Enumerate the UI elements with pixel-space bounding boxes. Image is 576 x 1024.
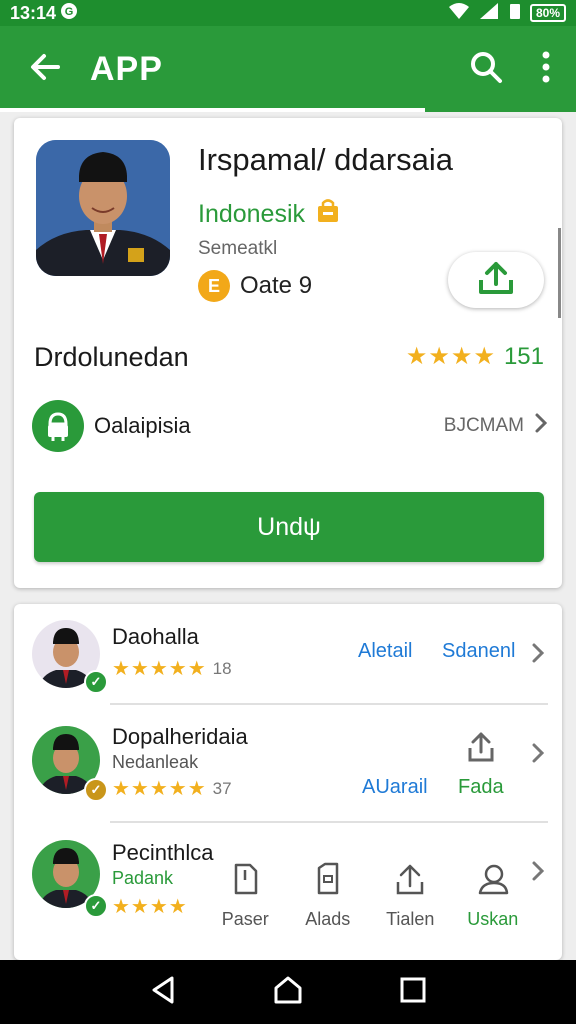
notification-icon: G <box>60 2 78 25</box>
arrow-back-icon <box>28 50 62 89</box>
signal-icon <box>478 2 500 25</box>
list-item-rating: ★★★★★ 18 <box>112 656 232 681</box>
app-date: Oate 9 <box>240 272 313 299</box>
chevron-right-icon[interactable] <box>528 638 548 668</box>
shopping-bag-icon <box>315 198 341 231</box>
chevron-right-icon <box>534 412 548 440</box>
upload-icon[interactable] <box>466 730 496 769</box>
list-item-name: Dopalheridaia <box>112 724 248 749</box>
tab-label: Paser <box>221 909 269 929</box>
nav-back-button[interactable] <box>133 962 193 1022</box>
list-item-subtitle: Padank <box>112 868 174 888</box>
secondary-link[interactable]: Fada <box>458 776 504 799</box>
nav-recents-button[interactable] <box>383 962 443 1022</box>
related-apps-list: ✓ Daohalla ★★★★★ 18 Aletail Sdanenl ✓ Do… <box>14 604 562 960</box>
android-icon <box>32 400 84 452</box>
developer-link[interactable]: Indonesik <box>198 198 341 231</box>
rating-stars: ★★★★ <box>405 343 496 370</box>
tab-label: Alads <box>305 909 351 929</box>
wifi-icon <box>448 2 470 25</box>
more-vert-icon <box>541 51 551 88</box>
developer-name: Indonesik <box>198 200 306 228</box>
square-recents-icon <box>399 976 427 1009</box>
coin-icon: E <box>198 270 230 302</box>
tab-alads[interactable]: Alads <box>287 862 370 952</box>
app-icon <box>36 140 170 276</box>
list-item-stars: ★★★★★ <box>112 778 207 800</box>
svg-text:G: G <box>65 6 74 18</box>
detail-link[interactable]: AUarail <box>362 776 428 799</box>
list-item[interactable]: ✓ Dopalheridaia Nedanleak ★★★★★ 37 AUara… <box>14 704 562 822</box>
list-item-count: 37 <box>212 778 232 798</box>
sim-icon <box>508 2 522 25</box>
list-item-name: Pecinthlca <box>112 840 214 865</box>
tab-tialen[interactable]: Tialen <box>369 862 452 952</box>
list-item-subtitle: Nedanleak <box>112 752 199 772</box>
verified-check-icon: ✓ <box>84 670 108 694</box>
app-date-row: E Oate 9 <box>198 270 312 302</box>
list-item[interactable]: ✓ Daohalla ★★★★★ 18 Aletail Sdanenl <box>14 604 562 704</box>
detail-link[interactable]: Aletail <box>358 640 412 663</box>
system-nav-bar <box>0 960 576 1024</box>
app-category: Semeatkl <box>198 238 278 259</box>
back-button[interactable] <box>0 26 90 112</box>
app-name: Irspamal/ ddarsaia <box>198 142 454 177</box>
home-icon <box>272 974 304 1011</box>
install-button[interactable]: Undψ <box>34 492 544 562</box>
rating: ★★★★ 151 <box>406 342 544 371</box>
list-item-name: Daohalla <box>112 624 199 649</box>
nav-home-button[interactable] <box>258 962 318 1022</box>
scrollbar[interactable] <box>558 228 561 318</box>
search-icon <box>469 50 503 89</box>
app-bar: APP <box>0 26 576 112</box>
app-bar-title: APP <box>90 49 163 88</box>
battery-indicator: 80% <box>529 4 566 22</box>
more-options-button[interactable] <box>516 26 576 112</box>
install-label: Oalaipisia <box>94 413 191 438</box>
triangle-back-icon <box>148 974 178 1011</box>
status-bar: 13:14 G 80% <box>0 0 576 26</box>
list-item-rating: ★★★★ <box>112 894 188 919</box>
install-size: BJCMAM <box>443 415 524 436</box>
chevron-right-icon[interactable] <box>528 738 548 768</box>
tab-label: Tialen <box>386 909 435 929</box>
app-detail-card: Irspamal/ ddarsaia Indonesik Semeatkl E … <box>14 118 562 588</box>
share-button[interactable] <box>448 252 544 308</box>
bottom-tabs: Paser Alads Tialen Uskan <box>204 862 534 952</box>
list-item-stars: ★★★★★ <box>112 658 207 680</box>
install-info-row[interactable]: Oalaipisia BJCMAM <box>32 398 548 454</box>
verified-check-icon: ✓ <box>84 778 108 802</box>
downloads-label: Drdolunedan <box>34 342 189 372</box>
list-item-rating: ★★★★★ 37 <box>112 776 232 801</box>
upload-icon <box>394 862 426 901</box>
person-icon <box>476 862 510 901</box>
document-icon <box>314 862 342 901</box>
secondary-link[interactable]: Sdanenl <box>442 640 515 663</box>
share-upload-icon <box>476 260 516 301</box>
tab-label: Uskan <box>467 909 519 929</box>
verified-check-icon: ✓ <box>84 894 108 918</box>
clock: 13:14 <box>10 2 57 23</box>
tab-indicator <box>0 108 425 112</box>
list-item-count: 18 <box>212 658 232 678</box>
list-item-stars: ★★★★ <box>112 896 188 918</box>
tab-paser[interactable]: Paser <box>204 862 287 952</box>
search-button[interactable] <box>456 26 516 112</box>
rating-count: 151 <box>503 342 544 370</box>
tab-uskan[interactable]: Uskan <box>452 862 535 952</box>
phone-icon <box>231 862 259 901</box>
